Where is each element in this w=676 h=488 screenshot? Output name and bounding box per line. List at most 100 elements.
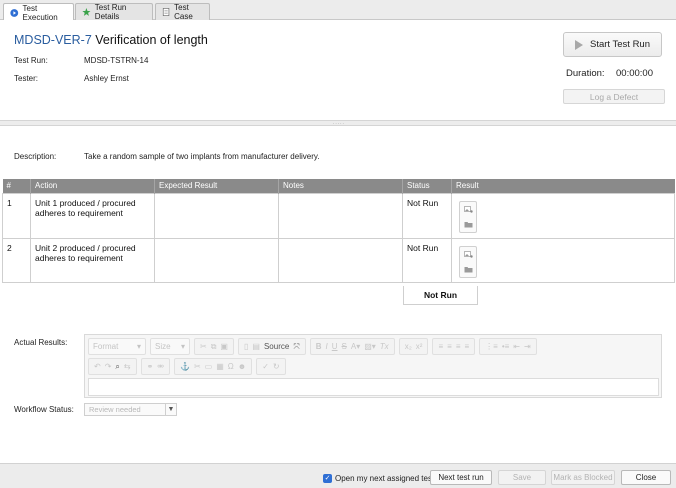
paste-icon[interactable]: ▣ bbox=[220, 342, 228, 351]
open-next-test-checkbox[interactable]: ✓ bbox=[323, 474, 332, 483]
document-icon[interactable]: ▯ bbox=[244, 342, 248, 351]
folder-icon[interactable] bbox=[464, 266, 473, 273]
start-test-run-label: Start Test Run bbox=[589, 39, 651, 50]
find-icon[interactable]: ⌕ bbox=[115, 362, 119, 372]
table-icon[interactable]: ▦ bbox=[216, 362, 224, 371]
link-icon[interactable]: ⚭ bbox=[147, 362, 154, 371]
document-group: ▯ ▤ Source ⤧ bbox=[237, 338, 306, 355]
align-left-icon[interactable]: ≡ bbox=[438, 342, 443, 351]
start-test-run-button[interactable]: Start Test Run bbox=[563, 32, 662, 57]
align-group: ≡ ≡ ≡ ≡ bbox=[432, 338, 476, 355]
size-select[interactable]: Size ▾ bbox=[150, 338, 190, 355]
actual-results-input[interactable] bbox=[88, 378, 659, 396]
tab-test-case[interactable]: Test Case bbox=[155, 3, 210, 21]
table-row: 1 Unit 1 produced / procured adheres to … bbox=[2, 192, 675, 239]
editor-toolbar-row-1: Format ▾ Size ▾ ✂ ⧉ ▣ ▯ ▤ Source ⤧ B I U… bbox=[88, 338, 541, 355]
step-expected-result[interactable] bbox=[154, 237, 279, 283]
step-notes[interactable] bbox=[278, 192, 403, 239]
next-test-run-button[interactable]: Next test run bbox=[430, 470, 492, 485]
align-right-icon[interactable]: ≡ bbox=[456, 342, 461, 351]
image-attach-icon[interactable] bbox=[463, 205, 473, 213]
text-color-icon[interactable]: A▾ bbox=[351, 342, 360, 351]
underline-icon[interactable]: U bbox=[332, 342, 338, 351]
mark-blocked-button[interactable]: Mark as Blocked bbox=[551, 470, 615, 485]
background-color-icon[interactable]: ▨▾ bbox=[364, 342, 376, 351]
media-icon[interactable]: ✂ bbox=[194, 362, 201, 371]
description-label: Description: bbox=[14, 152, 57, 161]
clear-format-icon[interactable]: Tx bbox=[380, 342, 389, 351]
close-button[interactable]: Close bbox=[621, 470, 671, 485]
step-status[interactable]: Not Run bbox=[402, 192, 452, 239]
overall-status[interactable]: Not Run bbox=[403, 286, 478, 305]
log-defect-button[interactable]: Log a Defect bbox=[563, 89, 665, 104]
source-icon[interactable]: ▤ bbox=[252, 342, 260, 351]
numbered-list-icon[interactable]: ⋮≡ bbox=[485, 342, 498, 351]
test-steps-table: # Action Expected Result Notes Status Re… bbox=[2, 179, 675, 283]
step-result bbox=[451, 237, 675, 283]
align-justify-icon[interactable]: ≡ bbox=[464, 342, 469, 351]
special-char-icon[interactable]: Ω bbox=[228, 362, 234, 371]
subscript-icon[interactable]: x₂ bbox=[405, 342, 412, 351]
maximize-icon[interactable]: ⤧ bbox=[293, 342, 299, 352]
outdent-icon[interactable]: ⇤ bbox=[513, 342, 520, 351]
size-placeholder: Size bbox=[155, 342, 171, 351]
anchor-icon[interactable]: ⚓ bbox=[180, 362, 190, 371]
chevron-down-icon: ▼ bbox=[165, 404, 176, 415]
tab-label: Test Case bbox=[174, 3, 193, 21]
refresh-icon[interactable]: ↻ bbox=[273, 362, 280, 371]
tab-label: Test Execution bbox=[22, 3, 58, 22]
tab-test-run-details[interactable]: Test Run Details bbox=[75, 3, 153, 21]
folder-icon[interactable] bbox=[464, 221, 473, 228]
panel-splitter[interactable]: ..... bbox=[0, 120, 676, 126]
list-group: ⋮≡ •≡ ⇤ ⇥ bbox=[479, 338, 537, 355]
test-key[interactable]: MDSD-VER-7 bbox=[14, 33, 92, 47]
format-select[interactable]: Format ▾ bbox=[88, 338, 146, 355]
source-button[interactable]: Source bbox=[264, 342, 289, 351]
replace-icon[interactable]: ⇆ bbox=[124, 362, 131, 371]
tab-bar: Test Execution Test Run Details Test Cas… bbox=[0, 0, 676, 22]
actual-results-editor: Format ▾ Size ▾ ✂ ⧉ ▣ ▯ ▤ Source ⤧ B I U… bbox=[84, 334, 662, 398]
grip-icon: ..... bbox=[333, 120, 345, 126]
unlink-icon[interactable]: ⚮ bbox=[157, 362, 164, 371]
play-icon bbox=[574, 39, 583, 50]
step-number: 2 bbox=[2, 237, 31, 283]
step-expected-result[interactable] bbox=[154, 192, 279, 239]
save-button[interactable]: Save bbox=[498, 470, 546, 485]
insert-group: ⚓ ✂ ▭ ▦ Ω ☻ bbox=[174, 358, 253, 375]
image-attach-icon[interactable] bbox=[463, 250, 473, 258]
emoji-icon[interactable]: ☻ bbox=[238, 362, 246, 371]
attachment-box bbox=[459, 200, 477, 233]
redo-icon[interactable]: ↷ bbox=[105, 362, 112, 371]
step-status[interactable]: Not Run bbox=[402, 237, 452, 283]
align-center-icon[interactable]: ≡ bbox=[447, 342, 452, 351]
step-result bbox=[451, 192, 675, 239]
step-notes[interactable] bbox=[278, 237, 403, 283]
editor-toolbar-row-2: ↶ ↷ ⌕ ⇆ ⚭ ⚮ ⚓ ✂ ▭ ▦ Ω ☻ ✓ ↻ bbox=[88, 358, 290, 375]
copy-icon[interactable]: ⧉ bbox=[211, 342, 217, 352]
actual-results-label: Actual Results: bbox=[14, 338, 68, 347]
play-circle-icon bbox=[10, 8, 19, 17]
step-action: Unit 2 produced / procured adheres to re… bbox=[30, 237, 155, 283]
superscript-icon[interactable]: x² bbox=[416, 342, 423, 351]
column-header-status: Status bbox=[402, 179, 452, 193]
spellcheck-icon[interactable]: ✓ bbox=[262, 362, 269, 371]
bullet-list-icon[interactable]: •≡ bbox=[502, 342, 509, 351]
italic-icon[interactable]: I bbox=[326, 342, 328, 351]
description-value: Take a random sample of two implants fro… bbox=[84, 152, 320, 161]
check-group: ✓ ↻ bbox=[256, 358, 286, 375]
strikethrough-icon[interactable]: S bbox=[342, 342, 347, 351]
format-placeholder: Format bbox=[93, 342, 119, 351]
chevron-down-icon: ▾ bbox=[180, 342, 185, 351]
cut-icon[interactable]: ✂ bbox=[200, 342, 207, 351]
document-icon bbox=[162, 8, 170, 16]
duration-label: Duration: bbox=[566, 68, 605, 79]
image-icon[interactable]: ▭ bbox=[205, 362, 213, 371]
workflow-status-select[interactable]: Review needed ▼ bbox=[84, 403, 177, 416]
bold-icon[interactable]: B bbox=[316, 342, 322, 351]
page-title: MDSD-VER-7 Verification of length bbox=[14, 33, 208, 47]
history-group: ↶ ↷ ⌕ ⇆ bbox=[88, 358, 137, 375]
indent-icon[interactable]: ⇥ bbox=[524, 342, 531, 351]
undo-icon[interactable]: ↶ bbox=[94, 362, 101, 371]
tab-test-execution[interactable]: Test Execution bbox=[3, 3, 74, 22]
workflow-status-label: Workflow Status: bbox=[14, 405, 74, 414]
